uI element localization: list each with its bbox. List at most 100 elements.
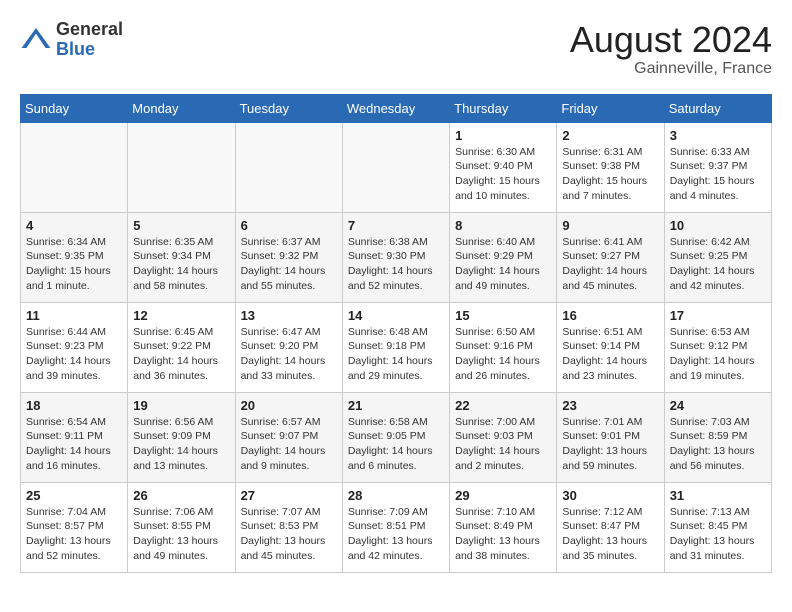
day-number: 13 <box>241 308 337 323</box>
day-info: Sunrise: 6:48 AMSunset: 9:18 PMDaylight:… <box>348 325 444 384</box>
day-number: 23 <box>562 398 658 413</box>
day-number: 20 <box>241 398 337 413</box>
day-number: 2 <box>562 128 658 143</box>
day-number: 6 <box>241 218 337 233</box>
day-number: 18 <box>26 398 122 413</box>
day-number: 17 <box>670 308 766 323</box>
logo-text: General Blue <box>56 20 123 60</box>
calendar-cell: 28 Sunrise: 7:09 AMSunset: 8:51 PMDayligh… <box>342 482 449 572</box>
day-number: 5 <box>133 218 229 233</box>
calendar-cell: 10Sunrise: 6:42 AMSunset: 9:25 PMDayligh… <box>664 212 771 302</box>
day-number: 15 <box>455 308 551 323</box>
day-info: Sunrise: 7:13 AMSunset: 8:45 PMDaylight:… <box>670 505 766 564</box>
week-row-4: 18Sunrise: 6:54 AMSunset: 9:11 PMDayligh… <box>21 392 772 482</box>
day-number: 31 <box>670 488 766 503</box>
calendar-cell <box>342 122 449 212</box>
day-info: Sunrise: 6:35 AMSunset: 9:34 PMDaylight:… <box>133 235 229 294</box>
day-number: 26 <box>133 488 229 503</box>
location: Gainneville, France <box>570 60 772 78</box>
calendar-cell <box>235 122 342 212</box>
calendar-cell: 8Sunrise: 6:40 AMSunset: 9:29 PMDaylight… <box>450 212 557 302</box>
calendar-cell: 4 Sunrise: 6:34 AMSunset: 9:35 PMDaylight… <box>21 212 128 302</box>
calendar-body: 1Sunrise: 6:30 AMSunset: 9:40 PMDaylight… <box>21 122 772 572</box>
day-header-wednesday: Wednesday <box>342 94 449 122</box>
calendar-cell: 5 Sunrise: 6:35 AMSunset: 9:34 PMDaylight… <box>128 212 235 302</box>
day-header-tuesday: Tuesday <box>235 94 342 122</box>
day-info: Sunrise: 6:50 AMSunset: 9:16 PMDaylight:… <box>455 325 551 384</box>
day-info: Sunrise: 7:00 AMSunset: 9:03 PMDaylight:… <box>455 415 551 474</box>
calendar-cell: 20 Sunrise: 6:57 AMSunset: 9:07 PMDayligh… <box>235 392 342 482</box>
day-info: Sunrise: 6:53 AMSunset: 9:12 PMDaylight:… <box>670 325 766 384</box>
calendar-cell: 7Sunrise: 6:38 AMSunset: 9:30 PMDaylight… <box>342 212 449 302</box>
day-number: 25 <box>26 488 122 503</box>
day-number: 1 <box>455 128 551 143</box>
day-number: 7 <box>348 218 444 233</box>
calendar-cell: 23 Sunrise: 7:01 AMSunset: 9:01 PMDayligh… <box>557 392 664 482</box>
calendar-table: SundayMondayTuesdayWednesdayThursdayFrid… <box>20 94 772 573</box>
logo: General Blue <box>20 20 123 60</box>
day-info: Sunrise: 7:03 AMSunset: 8:59 PMDaylight:… <box>670 415 766 474</box>
day-info: Sunrise: 6:57 AMSunset: 9:07 PMDaylight:… <box>241 415 337 474</box>
day-header-thursday: Thursday <box>450 94 557 122</box>
title-block: August 2024 Gainneville, France <box>570 20 772 78</box>
calendar-cell: 12Sunrise: 6:45 AMSunset: 9:22 PMDayligh… <box>128 302 235 392</box>
calendar-cell: 6 Sunrise: 6:37 AMSunset: 9:32 PMDaylight… <box>235 212 342 302</box>
logo-icon <box>20 24 52 56</box>
day-info: Sunrise: 6:58 AMSunset: 9:05 PMDaylight:… <box>348 415 444 474</box>
day-info: Sunrise: 7:09 AMSunset: 8:51 PMDaylight:… <box>348 505 444 564</box>
day-number: 12 <box>133 308 229 323</box>
day-info: Sunrise: 6:37 AMSunset: 9:32 PMDaylight:… <box>241 235 337 294</box>
day-info: Sunrise: 6:34 AMSunset: 9:35 PMDaylight:… <box>26 235 122 294</box>
day-number: 22 <box>455 398 551 413</box>
day-info: Sunrise: 7:07 AMSunset: 8:53 PMDaylight:… <box>241 505 337 564</box>
day-number: 3 <box>670 128 766 143</box>
day-header-sunday: Sunday <box>21 94 128 122</box>
day-number: 8 <box>455 218 551 233</box>
day-info: Sunrise: 7:01 AMSunset: 9:01 PMDaylight:… <box>562 415 658 474</box>
day-info: Sunrise: 6:31 AMSunset: 9:38 PMDaylight:… <box>562 145 658 204</box>
day-number: 11 <box>26 308 122 323</box>
week-row-2: 4 Sunrise: 6:34 AMSunset: 9:35 PMDaylight… <box>21 212 772 302</box>
day-header-monday: Monday <box>128 94 235 122</box>
day-info: Sunrise: 6:44 AMSunset: 9:23 PMDaylight:… <box>26 325 122 384</box>
page-header: General Blue August 2024 Gainneville, Fr… <box>20 20 772 78</box>
calendar-cell: 13Sunrise: 6:47 AMSunset: 9:20 PMDayligh… <box>235 302 342 392</box>
day-number: 4 <box>26 218 122 233</box>
day-number: 30 <box>562 488 658 503</box>
day-number: 24 <box>670 398 766 413</box>
calendar-cell: 11 Sunrise: 6:44 AMSunset: 9:23 PMDayligh… <box>21 302 128 392</box>
logo-general-text: General <box>56 20 123 40</box>
calendar-cell: 18Sunrise: 6:54 AMSunset: 9:11 PMDayligh… <box>21 392 128 482</box>
calendar-cell: 31 Sunrise: 7:13 AMSunset: 8:45 PMDayligh… <box>664 482 771 572</box>
calendar-cell <box>128 122 235 212</box>
day-header-saturday: Saturday <box>664 94 771 122</box>
month-year: August 2024 <box>570 20 772 60</box>
calendar-cell: 2 Sunrise: 6:31 AMSunset: 9:38 PMDaylight… <box>557 122 664 212</box>
day-number: 16 <box>562 308 658 323</box>
day-number: 28 <box>348 488 444 503</box>
calendar-cell: 3 Sunrise: 6:33 AMSunset: 9:37 PMDaylight… <box>664 122 771 212</box>
header-row: SundayMondayTuesdayWednesdayThursdayFrid… <box>21 94 772 122</box>
calendar-cell: 29Sunrise: 7:10 AMSunset: 8:49 PMDayligh… <box>450 482 557 572</box>
day-number: 27 <box>241 488 337 503</box>
calendar-cell: 9 Sunrise: 6:41 AMSunset: 9:27 PMDaylight… <box>557 212 664 302</box>
day-info: Sunrise: 6:33 AMSunset: 9:37 PMDaylight:… <box>670 145 766 204</box>
week-row-1: 1Sunrise: 6:30 AMSunset: 9:40 PMDaylight… <box>21 122 772 212</box>
day-info: Sunrise: 6:51 AMSunset: 9:14 PMDaylight:… <box>562 325 658 384</box>
day-info: Sunrise: 6:42 AMSunset: 9:25 PMDaylight:… <box>670 235 766 294</box>
day-number: 9 <box>562 218 658 233</box>
day-header-friday: Friday <box>557 94 664 122</box>
calendar-cell: 1Sunrise: 6:30 AMSunset: 9:40 PMDaylight… <box>450 122 557 212</box>
day-info: Sunrise: 7:12 AMSunset: 8:47 PMDaylight:… <box>562 505 658 564</box>
calendar-cell: 30 Sunrise: 7:12 AMSunset: 8:47 PMDayligh… <box>557 482 664 572</box>
calendar-cell: 19Sunrise: 6:56 AMSunset: 9:09 PMDayligh… <box>128 392 235 482</box>
calendar-cell: 25Sunrise: 7:04 AMSunset: 8:57 PMDayligh… <box>21 482 128 572</box>
day-info: Sunrise: 6:56 AMSunset: 9:09 PMDaylight:… <box>133 415 229 474</box>
day-info: Sunrise: 7:06 AMSunset: 8:55 PMDaylight:… <box>133 505 229 564</box>
calendar-cell <box>21 122 128 212</box>
day-number: 14 <box>348 308 444 323</box>
logo-blue-text: Blue <box>56 40 123 60</box>
day-info: Sunrise: 6:41 AMSunset: 9:27 PMDaylight:… <box>562 235 658 294</box>
day-number: 29 <box>455 488 551 503</box>
calendar-cell: 22 Sunrise: 7:00 AMSunset: 9:03 PMDayligh… <box>450 392 557 482</box>
